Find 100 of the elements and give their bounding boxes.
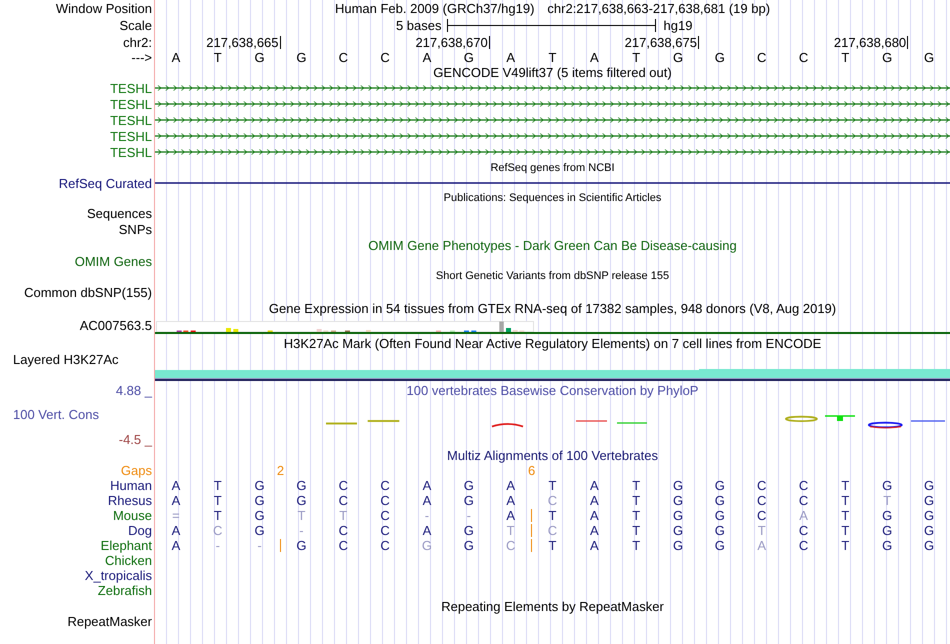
alignment-base: A	[422, 478, 432, 493]
alignment-base: -	[424, 508, 430, 523]
alignment-base: G	[254, 493, 265, 508]
alignment-base: A	[172, 538, 180, 553]
alignment-base: G	[672, 538, 684, 553]
alignment-base: G	[464, 493, 474, 508]
alignment-base: T	[632, 538, 640, 553]
alignment-base: G	[296, 493, 306, 508]
species-label: Rhesus	[108, 493, 152, 508]
expression-bar	[506, 328, 511, 332]
base-letter: C	[338, 50, 348, 65]
base-letter: A	[506, 50, 515, 65]
species-label: Zebrafish	[98, 583, 152, 598]
track-label: Common dbSNP(155)	[24, 284, 152, 300]
scale-span-label: 5 bases	[396, 18, 442, 33]
base-letter: G	[254, 50, 265, 65]
ruler-coordinate: 217,638,670	[415, 36, 490, 48]
insertion-mark	[530, 509, 532, 522]
alignment-base: -	[299, 523, 304, 538]
track-title: Short Genetic Variants from dbSNP release 155	[436, 270, 670, 283]
conservation-mark	[326, 422, 357, 424]
alignment-base: T	[339, 508, 348, 523]
species-label: X_tropicalis	[84, 568, 152, 583]
conservation-mark	[868, 422, 903, 428]
species-label: Elephant	[100, 538, 152, 553]
track-title: Gene Expression in 54 tissues from GTEx RNA-seq of 17382 samples, 948 donors (V8, Aug 2019)	[268, 300, 836, 316]
alignment-base: T	[841, 493, 850, 508]
species-label: Chicken	[105, 553, 152, 568]
conservation-mark	[576, 420, 607, 422]
base-letter: T	[632, 50, 640, 65]
alignment-base: G	[254, 508, 265, 523]
alignment-base: T	[883, 493, 892, 508]
alignment-base: T	[297, 508, 306, 523]
alignment-base: G	[924, 478, 934, 493]
track-title: Multiz Alignments of 100 Vertebrates	[446, 448, 658, 463]
alignment-base: A	[590, 523, 599, 538]
alignment-base: C	[380, 493, 390, 508]
insertion-mark	[280, 539, 282, 552]
base-letter: T	[548, 50, 556, 65]
track-title: OMIM Gene Phenotypes - Dark Green Can Be Disease-causing	[368, 238, 737, 253]
base-letter: C	[757, 50, 766, 65]
conservation-mark	[368, 420, 400, 422]
alignment-base: A	[590, 493, 599, 508]
gap-count: 2	[276, 463, 284, 478]
conservation-mark	[825, 415, 855, 421]
base-letter: C	[798, 50, 808, 65]
gene-label: TESHL	[110, 112, 152, 128]
track-label: OMIM Genes	[74, 254, 152, 268]
gene-label: TESHL	[110, 96, 152, 112]
alignment-base: G	[882, 478, 892, 493]
alignment-base: C	[757, 478, 766, 493]
base-letter: G	[464, 50, 474, 65]
gaps-label: Gaps	[120, 463, 152, 478]
alignment-base: T	[214, 493, 222, 508]
alignment-base: A	[422, 523, 432, 538]
conservation-mark	[492, 423, 524, 428]
alignment-base: A	[590, 508, 599, 523]
alignment-base: -	[466, 508, 471, 523]
track-title: 100 vertebrates Basewise Conservation by PhyloP	[406, 382, 698, 398]
alignment-base: C	[338, 493, 348, 508]
alignment-base: C	[338, 523, 348, 538]
alignment-base: G	[672, 493, 684, 508]
alignment-base: G	[672, 523, 684, 538]
alignment-base: G	[924, 493, 934, 508]
alignment-base: A	[172, 493, 180, 508]
alignment-base: G	[714, 478, 725, 493]
alignment-base: T	[632, 508, 640, 523]
alignment-base: G	[714, 523, 725, 538]
alignment-base: A	[799, 508, 808, 523]
species-label: Human	[110, 478, 152, 493]
alignment-base: T	[548, 478, 556, 493]
alignment-base: C	[798, 523, 808, 538]
alignment-base: A	[590, 478, 599, 493]
alignment-base: T	[841, 538, 850, 553]
alignment-base: A	[506, 508, 515, 523]
alignment-base: G	[296, 478, 306, 493]
alignment-base: G	[672, 508, 684, 523]
alignment-base: C	[338, 538, 348, 553]
row-label: Window Position	[56, 1, 152, 16]
ruler-coordinate: 217,638,665	[206, 36, 281, 48]
alignment-base: T	[841, 478, 850, 493]
base-letter: G	[924, 50, 934, 65]
track-label: SNPs	[118, 222, 152, 236]
alignment-base: G	[924, 523, 934, 538]
expression-bar	[233, 329, 238, 332]
conservation-mark	[617, 422, 647, 424]
alignment-base: A	[422, 493, 432, 508]
alignment-base: G	[464, 478, 474, 493]
genome-position: chr2:217,638,663-217,638,681 (19 bp)	[547, 1, 770, 16]
alignment-base: T	[758, 523, 766, 538]
alignment-base: T	[632, 493, 640, 508]
base-letter: G	[296, 50, 306, 65]
expression-bar	[226, 328, 231, 332]
alignment-base: A	[172, 478, 180, 493]
alignment-base: G	[714, 538, 725, 553]
alignment-base: =	[172, 508, 180, 523]
base-letter: A	[172, 50, 180, 65]
alignment-base: T	[548, 538, 556, 553]
alignment-base: G	[924, 538, 934, 553]
alignment-base: G	[882, 508, 892, 523]
